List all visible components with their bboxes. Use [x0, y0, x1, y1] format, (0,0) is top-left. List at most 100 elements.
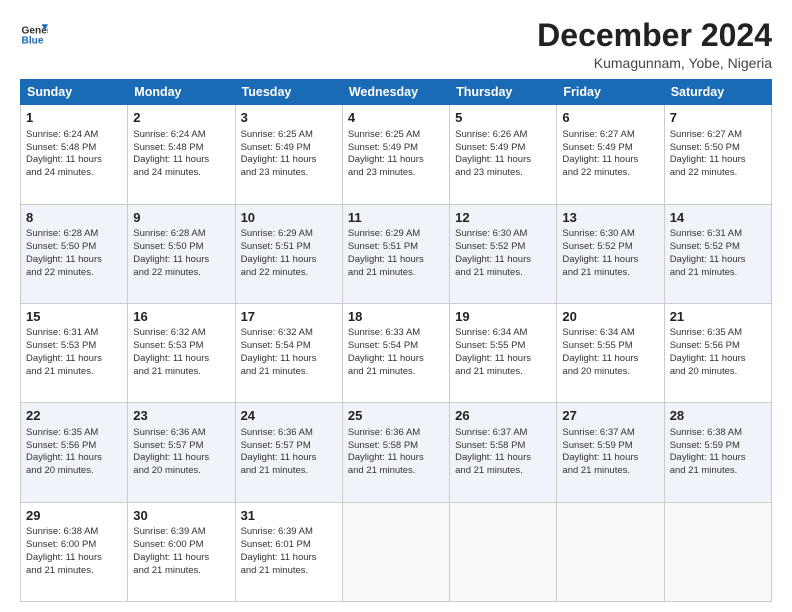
day-info-line: Daylight: 11 hours — [26, 353, 122, 366]
day-number: 17 — [241, 308, 337, 326]
day-number: 25 — [348, 407, 444, 425]
calendar-cell: 7 Sunrise: 6:27 AMSunset: 5:50 PMDaylight… — [664, 105, 771, 204]
day-info-line: Daylight: 11 hours — [133, 154, 229, 167]
calendar-cell: 27Sunrise: 6:37 AMSunset: 5:59 PMDayligh… — [557, 403, 664, 502]
calendar-cell: 8Sunrise: 6:28 AMSunset: 5:50 PMDaylight… — [21, 204, 128, 303]
day-info-line: Sunset: 5:57 PM — [133, 440, 229, 453]
calendar-cell — [450, 502, 557, 601]
day-info-line: Daylight: 11 hours — [562, 452, 658, 465]
day-info-line: Sunrise: 6:24 AM — [26, 129, 122, 142]
day-info-line: Sunset: 5:51 PM — [241, 241, 337, 254]
day-info-line: Sunrise: 6:33 AM — [348, 327, 444, 340]
day-info-line: and 23 minutes. — [455, 167, 551, 180]
day-info-line: Sunrise: 6:35 AM — [26, 427, 122, 440]
calendar-cell: 10Sunrise: 6:29 AMSunset: 5:51 PMDayligh… — [235, 204, 342, 303]
day-info-line: Sunrise: 6:24 AM — [133, 129, 229, 142]
day-info-line: Sunrise: 6:36 AM — [348, 427, 444, 440]
day-number: 26 — [455, 407, 551, 425]
day-info-line: Daylight: 11 hours — [241, 154, 337, 167]
day-info-line: Daylight: 11 hours — [241, 552, 337, 565]
day-info-line: Sunrise: 6:39 AM — [241, 526, 337, 539]
day-number: 28 — [670, 407, 766, 425]
calendar-week-4: 22Sunrise: 6:35 AMSunset: 5:56 PMDayligh… — [21, 403, 772, 502]
day-info-line: Sunset: 5:56 PM — [26, 440, 122, 453]
day-info-line: Sunset: 5:56 PM — [670, 340, 766, 353]
calendar-cell: 22Sunrise: 6:35 AMSunset: 5:56 PMDayligh… — [21, 403, 128, 502]
day-header-wednesday: Wednesday — [342, 80, 449, 105]
day-info-line: Sunset: 5:53 PM — [26, 340, 122, 353]
day-info-line: Sunset: 6:00 PM — [133, 539, 229, 552]
day-info-line: and 21 minutes. — [455, 366, 551, 379]
day-info-line: Sunset: 5:58 PM — [455, 440, 551, 453]
day-info-line: Sunset: 5:51 PM — [348, 241, 444, 254]
day-info-line: Sunrise: 6:36 AM — [241, 427, 337, 440]
day-info-line: Sunrise: 6:31 AM — [26, 327, 122, 340]
day-info-line: Daylight: 11 hours — [241, 254, 337, 267]
day-info-line: and 20 minutes. — [26, 465, 122, 478]
calendar-cell: 2Sunrise: 6:24 AMSunset: 5:48 PMDaylight… — [128, 105, 235, 204]
day-info-line: Sunrise: 6:34 AM — [562, 327, 658, 340]
day-info-line: Sunset: 5:52 PM — [455, 241, 551, 254]
day-info-line: and 21 minutes. — [241, 565, 337, 578]
day-info-line: Sunset: 5:49 PM — [455, 142, 551, 155]
day-number: 23 — [133, 407, 229, 425]
day-info-line: Sunset: 5:59 PM — [670, 440, 766, 453]
day-info-line: Daylight: 11 hours — [562, 254, 658, 267]
day-number: 11 — [348, 209, 444, 227]
title-area: December 2024 Kumagunnam, Yobe, Nigeria — [537, 18, 772, 71]
day-info-line: and 24 minutes. — [133, 167, 229, 180]
calendar-table: SundayMondayTuesdayWednesdayThursdayFrid… — [20, 79, 772, 602]
day-info-line: Daylight: 11 hours — [670, 154, 766, 167]
day-header-tuesday: Tuesday — [235, 80, 342, 105]
day-info-line: Sunset: 5:49 PM — [348, 142, 444, 155]
calendar-cell: 23Sunrise: 6:36 AMSunset: 5:57 PMDayligh… — [128, 403, 235, 502]
day-info-line: Sunset: 6:01 PM — [241, 539, 337, 552]
calendar-cell: 28Sunrise: 6:38 AMSunset: 5:59 PMDayligh… — [664, 403, 771, 502]
header: General Blue December 2024 Kumagunnam, Y… — [20, 18, 772, 71]
day-number: 21 — [670, 308, 766, 326]
calendar-cell: 11Sunrise: 6:29 AMSunset: 5:51 PMDayligh… — [342, 204, 449, 303]
day-info-line: Daylight: 11 hours — [348, 353, 444, 366]
calendar-cell: 18Sunrise: 6:33 AMSunset: 5:54 PMDayligh… — [342, 303, 449, 402]
day-info-line: Sunrise: 6:38 AM — [670, 427, 766, 440]
day-info-line: Daylight: 11 hours — [348, 154, 444, 167]
calendar-cell: 21Sunrise: 6:35 AMSunset: 5:56 PMDayligh… — [664, 303, 771, 402]
calendar-cell: 25Sunrise: 6:36 AMSunset: 5:58 PMDayligh… — [342, 403, 449, 502]
calendar-week-5: 29Sunrise: 6:38 AMSunset: 6:00 PMDayligh… — [21, 502, 772, 601]
day-number: 9 — [133, 209, 229, 227]
day-info-line: and 23 minutes. — [348, 167, 444, 180]
day-number: 7 — [670, 109, 766, 127]
day-info-line: Sunset: 5:54 PM — [348, 340, 444, 353]
day-info-line: Sunset: 5:48 PM — [133, 142, 229, 155]
day-info-line: Daylight: 11 hours — [241, 353, 337, 366]
day-info-line: Daylight: 11 hours — [455, 154, 551, 167]
day-info-line: Sunrise: 6:28 AM — [26, 228, 122, 241]
calendar-cell: 29Sunrise: 6:38 AMSunset: 6:00 PMDayligh… — [21, 502, 128, 601]
day-number: 8 — [26, 209, 122, 227]
day-info-line: and 21 minutes. — [241, 366, 337, 379]
day-info-line: and 21 minutes. — [455, 267, 551, 280]
day-number: 24 — [241, 407, 337, 425]
day-info-line: Sunset: 5:54 PM — [241, 340, 337, 353]
day-info-line: Daylight: 11 hours — [455, 353, 551, 366]
day-info-line: Daylight: 11 hours — [133, 353, 229, 366]
day-info-line: Daylight: 11 hours — [26, 254, 122, 267]
calendar-cell: 6Sunrise: 6:27 AMSunset: 5:49 PMDaylight… — [557, 105, 664, 204]
day-info-line: and 21 minutes. — [670, 267, 766, 280]
day-info-line: and 20 minutes. — [562, 366, 658, 379]
day-info-line: Sunrise: 6:34 AM — [455, 327, 551, 340]
calendar-cell: 5Sunrise: 6:26 AMSunset: 5:49 PMDaylight… — [450, 105, 557, 204]
calendar-header-row: SundayMondayTuesdayWednesdayThursdayFrid… — [21, 80, 772, 105]
day-info-line: Daylight: 11 hours — [348, 254, 444, 267]
day-number: 14 — [670, 209, 766, 227]
day-info-line: and 21 minutes. — [348, 267, 444, 280]
day-info-line: Daylight: 11 hours — [133, 452, 229, 465]
day-info-line: Sunrise: 6:27 AM — [670, 129, 766, 142]
calendar-cell: 9Sunrise: 6:28 AMSunset: 5:50 PMDaylight… — [128, 204, 235, 303]
day-info-line: Sunset: 5:50 PM — [670, 142, 766, 155]
day-info-line: Sunset: 5:55 PM — [455, 340, 551, 353]
calendar-week-2: 8Sunrise: 6:28 AMSunset: 5:50 PMDaylight… — [21, 204, 772, 303]
day-number: 27 — [562, 407, 658, 425]
day-info-line: Daylight: 11 hours — [562, 154, 658, 167]
day-info-line: Daylight: 11 hours — [562, 353, 658, 366]
